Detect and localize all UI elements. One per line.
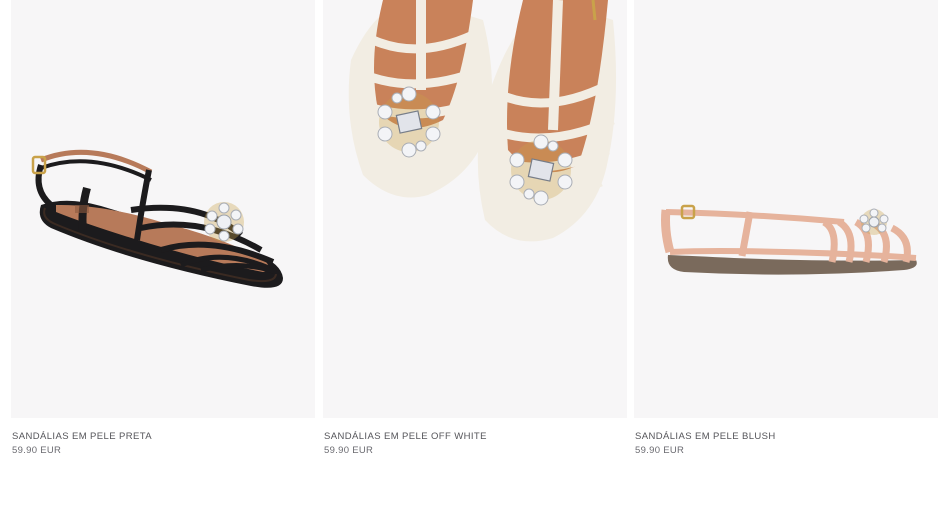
product-name[interactable]: SANDÁLIAS EM PELE OFF WHITE: [324, 431, 487, 442]
product-grid: SANDÁLIAS EM PELE PRETA 59.90 EUR SANDÁL…: [0, 0, 950, 513]
product-name[interactable]: SANDÁLIAS EM PELE PRETA: [12, 431, 152, 442]
sandal-illustration-black: [31, 149, 283, 288]
product-card[interactable]: SANDÁLIAS EM PELE PRETA 59.90 EUR: [11, 0, 315, 456]
product-image[interactable]: [323, 0, 627, 418]
product-name[interactable]: SANDÁLIAS EM PELE BLUSH: [635, 431, 776, 442]
product-price: 59.90 EUR: [12, 445, 62, 456]
product-price: 59.90 EUR: [635, 445, 685, 456]
product-card[interactable]: SANDÁLIAS EM PELE BLUSH 59.90 EUR: [634, 0, 938, 456]
sandal-illustration-blush: [661, 204, 917, 275]
sandal-illustration-offwhite: [348, 0, 617, 242]
product-image[interactable]: [11, 0, 315, 418]
product-price: 59.90 EUR: [324, 445, 374, 456]
product-image[interactable]: [634, 0, 938, 418]
product-card[interactable]: SANDÁLIAS EM PELE OFF WHITE 59.90 EUR: [323, 0, 627, 456]
